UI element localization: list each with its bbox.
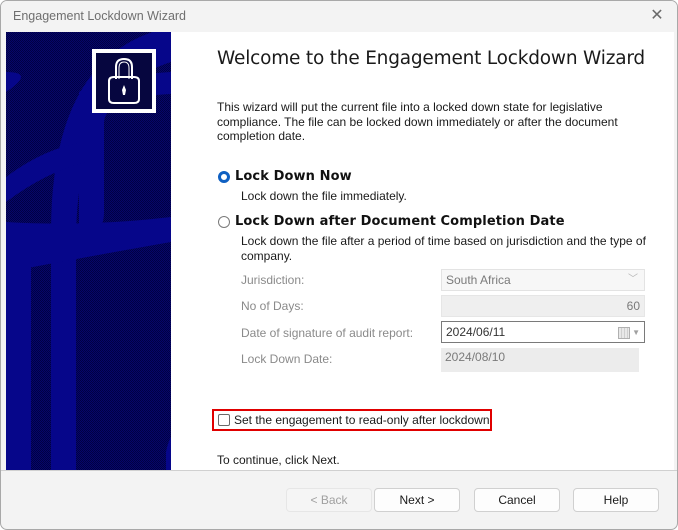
calendar-icon[interactable] bbox=[618, 327, 630, 339]
radio-label[interactable]: Lock Down after Document Completion Date bbox=[235, 214, 565, 229]
window-title: Engagement Lockdown Wizard bbox=[13, 9, 187, 23]
dropdown-arrow-icon[interactable]: ▼ bbox=[632, 323, 640, 343]
padlock-icon bbox=[92, 49, 156, 113]
signature-date-picker[interactable]: 2024/06/11 ▼ bbox=[441, 321, 645, 343]
option-description: Lock down the file immediately. bbox=[241, 189, 407, 203]
wizard-window: Engagement Lockdown Wizard ✕ Welcome to … bbox=[0, 0, 678, 530]
lockdown-date-value: 2024/08/10 bbox=[441, 348, 639, 372]
wizard-main: Welcome to the Engagement Lockdown Wizar… bbox=[212, 32, 657, 470]
jurisdiction-value: South Africa bbox=[446, 273, 511, 287]
readonly-checkbox-label[interactable]: Set the engagement to read-only after lo… bbox=[234, 413, 490, 427]
signature-date-label: Date of signature of audit report: bbox=[241, 326, 414, 340]
cancel-button[interactable]: Cancel bbox=[474, 488, 560, 512]
signature-date-value: 2024/06/11 bbox=[446, 325, 506, 339]
banner-panel bbox=[6, 32, 171, 470]
radio-label[interactable]: Lock Down Now bbox=[235, 169, 352, 184]
lockdown-date-label: Lock Down Date: bbox=[241, 352, 333, 366]
days-label: No of Days: bbox=[241, 299, 304, 313]
jurisdiction-select[interactable]: South Africa ﹀ bbox=[441, 269, 645, 291]
radio-button-unselected[interactable] bbox=[218, 215, 230, 228]
jurisdiction-label: Jurisdiction: bbox=[241, 273, 305, 287]
title-bar: Engagement Lockdown Wizard ✕ bbox=[1, 1, 677, 32]
readonly-option-highlight: Set the engagement to read-only after lo… bbox=[212, 409, 492, 431]
days-input[interactable]: 60 bbox=[441, 295, 645, 317]
radio-lock-down-now[interactable]: Lock Down Now bbox=[218, 169, 352, 184]
wizard-content: Welcome to the Engagement Lockdown Wizar… bbox=[6, 32, 674, 470]
radio-lock-down-after-completion[interactable]: Lock Down after Document Completion Date bbox=[218, 214, 565, 229]
intro-text: This wizard will put the current file in… bbox=[217, 100, 618, 143]
close-icon[interactable]: ✕ bbox=[647, 6, 667, 26]
page-title: Welcome to the Engagement Lockdown Wizar… bbox=[217, 48, 645, 69]
next-button[interactable]: Next > bbox=[374, 488, 460, 512]
option-description: Lock down the file after a period of tim… bbox=[241, 234, 646, 263]
chevron-down-icon[interactable]: ﹀ bbox=[628, 270, 638, 290]
readonly-checkbox[interactable] bbox=[218, 414, 230, 426]
back-button[interactable]: < Back bbox=[286, 488, 372, 512]
continue-instruction: To continue, click Next. bbox=[217, 453, 340, 467]
radio-button-selected[interactable] bbox=[218, 170, 230, 183]
help-button[interactable]: Help bbox=[573, 488, 659, 512]
footer-divider bbox=[1, 470, 677, 471]
